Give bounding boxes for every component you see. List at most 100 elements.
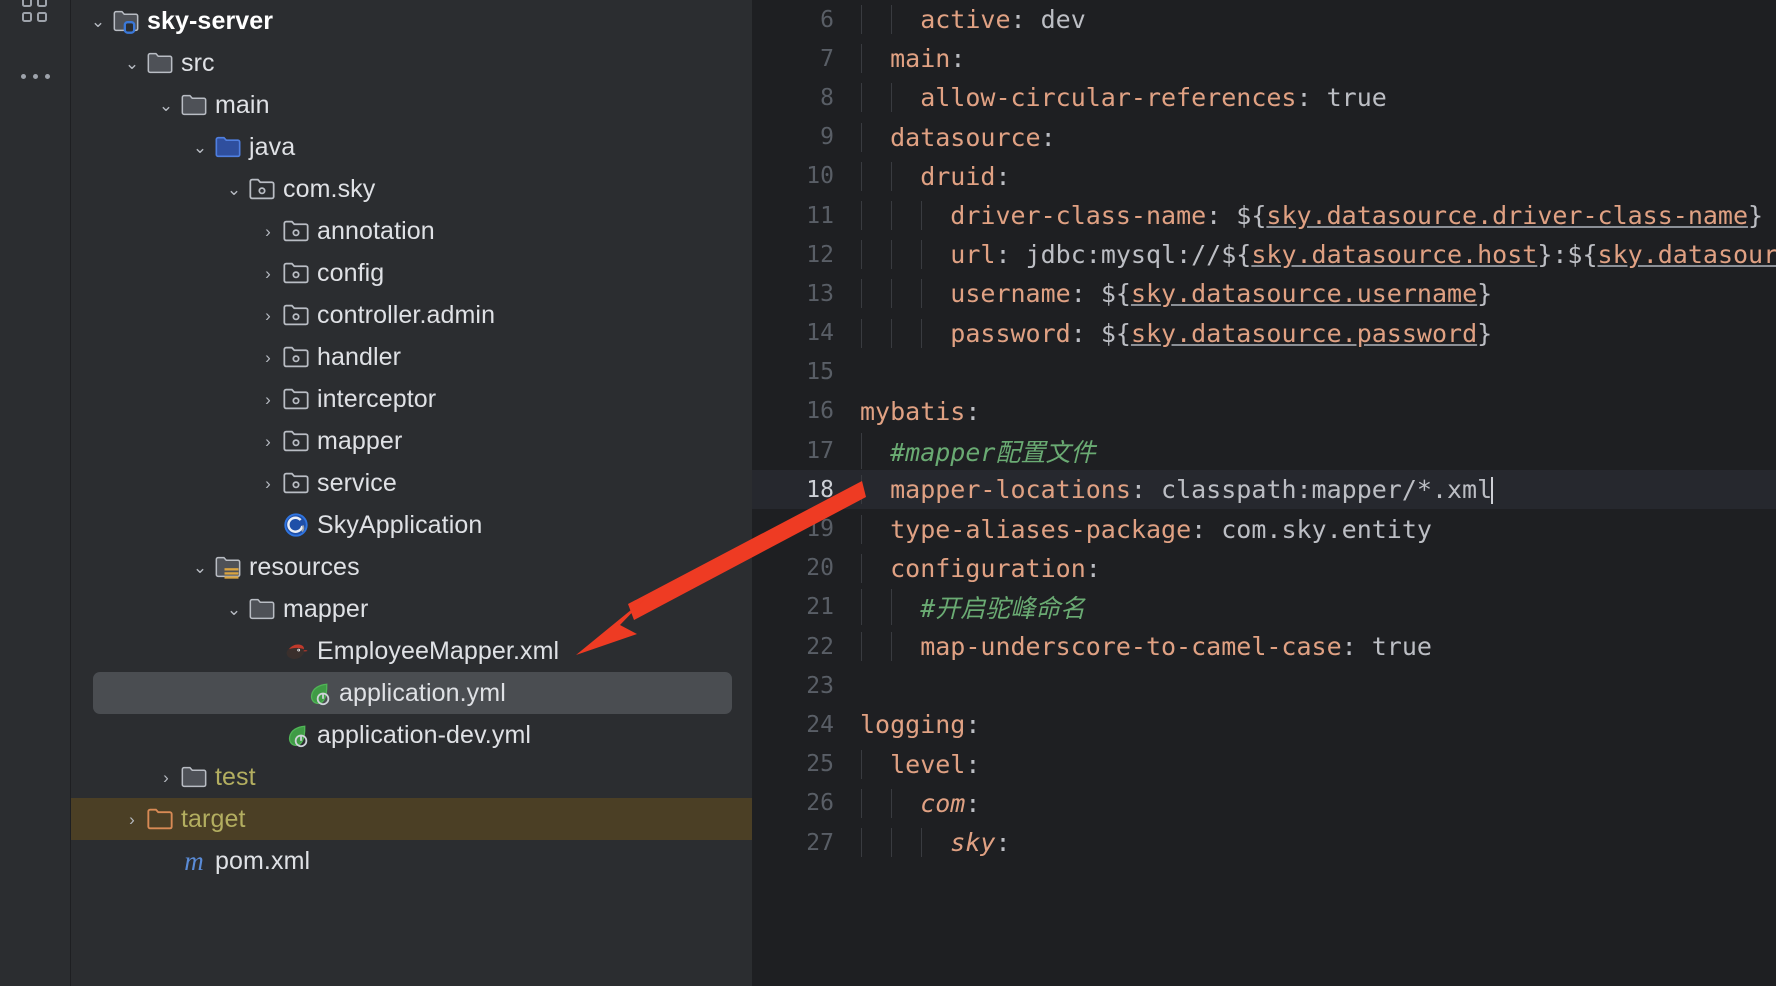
code-line[interactable]: 11 driver-class-name: ${sky.datasource.dr… — [752, 196, 1776, 235]
code-token: : — [1010, 5, 1041, 35]
chevron-right-icon[interactable]: › — [119, 811, 145, 828]
code-line-text[interactable]: username: ${sky.datasource.username} — [856, 279, 1492, 309]
code-line[interactable]: 6 active: dev — [752, 0, 1776, 39]
code-line[interactable]: 18 mapper-locations: classpath:mapper/*.x… — [752, 470, 1776, 510]
code-line[interactable]: 27 sky: — [752, 823, 1776, 862]
code-line[interactable]: 19 type-aliases-package: com.sky.entity — [752, 509, 1776, 548]
apps-grid-glyph — [22, 0, 48, 25]
code-line[interactable]: 8 allow-circular-references: true — [752, 78, 1776, 117]
tree-item-controller-admin[interactable]: › controller.admin — [71, 294, 752, 336]
tree-item-label: mapper — [317, 426, 403, 455]
code-line[interactable]: 12 url: jdbc:mysql://${sky.datasource.hos… — [752, 235, 1776, 274]
code-line[interactable]: 26 com: — [752, 784, 1776, 823]
tree-item-service[interactable]: › service — [71, 462, 752, 504]
code-line[interactable]: 23 — [752, 666, 1776, 705]
chevron-right-icon[interactable]: › — [255, 349, 281, 366]
tree-item-java[interactable]: ⌄ java — [71, 126, 752, 168]
code-line-text[interactable]: mapper-locations: classpath:mapper/*.xml — [856, 475, 1494, 505]
editor-code-area[interactable]: 6 active: dev 7 main: 8 allow-circular-refere… — [752, 0, 1776, 986]
code-line-text[interactable]: datasource: — [856, 122, 1056, 152]
tree-item-config[interactable]: › config — [71, 252, 752, 294]
code-line-text[interactable] — [856, 358, 860, 387]
code-line-text[interactable]: driver-class-name: ${sky.datasource.driv… — [856, 201, 1763, 231]
code-line[interactable]: 25 level: — [752, 745, 1776, 784]
code-line-text[interactable] — [856, 671, 860, 700]
chevron-right-icon[interactable]: › — [153, 769, 179, 786]
tree-item-application-yml[interactable]: application.yml — [93, 672, 732, 714]
code-line[interactable]: 13 username: ${sky.datasource.username} — [752, 274, 1776, 313]
tree-item-main[interactable]: ⌄ main — [71, 84, 752, 126]
tree-item-label: application.yml — [339, 678, 506, 707]
chevron-right-icon[interactable]: › — [255, 391, 281, 408]
code-line[interactable]: 20 configuration: — [752, 549, 1776, 588]
code-line-text[interactable]: level: — [856, 749, 980, 779]
code-line-text[interactable]: map-underscore-to-camel-case: true — [856, 632, 1432, 662]
chevron-down-icon[interactable]: ⌄ — [221, 601, 247, 618]
line-number: 13 — [806, 280, 834, 307]
code-editor[interactable]: 6 active: dev 7 main: 8 allow-circular-refere… — [752, 0, 1776, 986]
package-icon — [281, 427, 311, 455]
tree-item-annotation[interactable]: › annotation — [71, 210, 752, 252]
chevron-down-icon[interactable]: ⌄ — [187, 139, 213, 156]
package-icon — [281, 217, 311, 245]
code-line[interactable]: 14 password: ${sky.datasource.password} — [752, 314, 1776, 353]
code-line[interactable]: 24 logging: — [752, 705, 1776, 744]
code-line-text[interactable]: sky: — [856, 828, 1011, 858]
line-number: 15 — [806, 359, 834, 386]
code-line-text[interactable]: type-aliases-package: com.sky.entity — [856, 514, 1432, 544]
tree-item-resources[interactable]: ⌄ resources — [71, 546, 752, 588]
tree-item-employeemapper-xml[interactable]: EmployeeMapper.xml — [71, 630, 752, 672]
tree-item-skyapplication[interactable]: SkyApplication — [71, 504, 752, 546]
mybatis-xml-icon — [281, 637, 311, 665]
more-options-icon[interactable] — [0, 56, 70, 96]
code-token: datasource — [890, 122, 1041, 152]
chevron-right-icon[interactable]: › — [255, 223, 281, 240]
line-number: 16 — [806, 398, 834, 425]
tree-item-src[interactable]: ⌄ src — [71, 42, 752, 84]
code-token: : — [1040, 122, 1056, 152]
tree-item-interceptor[interactable]: › interceptor — [71, 378, 752, 420]
tree-item-test[interactable]: › test — [71, 756, 752, 798]
code-line[interactable]: 9 datasource: — [752, 118, 1776, 157]
chevron-down-icon[interactable]: ⌄ — [187, 559, 213, 576]
tree-item-application-dev-yml[interactable]: application-dev.yml — [71, 714, 752, 756]
tree-item-com-sky[interactable]: ⌄ com.sky — [71, 168, 752, 210]
tree-item-target[interactable]: › target — [71, 798, 752, 840]
tree-item-mapper[interactable]: ⌄ mapper — [71, 588, 752, 630]
code-line-text[interactable]: #mapper配置文件 — [856, 432, 1095, 469]
tree-item-handler[interactable]: › handler — [71, 336, 752, 378]
tree-item-pom-xml[interactable]: m pom.xml — [71, 840, 752, 882]
code-line-text[interactable]: logging: — [856, 710, 980, 739]
code-line[interactable]: 21 #开启驼峰命名 — [752, 588, 1776, 627]
tree-item-mapper[interactable]: › mapper — [71, 420, 752, 462]
code-line[interactable]: 22 map-underscore-to-camel-case: true — [752, 627, 1776, 666]
tree-item-sky-server[interactable]: ⌄ sky-server — [71, 0, 752, 42]
code-line[interactable]: 17 #mapper配置文件 — [752, 431, 1776, 470]
code-token: ${ — [1236, 201, 1267, 231]
code-token: com — [920, 788, 966, 818]
code-line-text[interactable]: druid: — [856, 161, 1011, 191]
code-line-text[interactable]: password: ${sky.datasource.password} — [856, 318, 1492, 348]
chevron-right-icon[interactable]: › — [255, 307, 281, 324]
chevron-right-icon[interactable]: › — [255, 433, 281, 450]
apps-grid-icon[interactable] — [0, 0, 70, 34]
code-line[interactable]: 7 main: — [752, 39, 1776, 78]
code-line[interactable]: 10 druid: — [752, 157, 1776, 196]
chevron-down-icon[interactable]: ⌄ — [221, 181, 247, 198]
chevron-down-icon[interactable]: ⌄ — [85, 13, 111, 30]
project-tree-panel[interactable]: ⌄ sky-server ⌄ src ⌄ main ⌄ java ⌄ com.sky › annota… — [70, 0, 752, 986]
code-line-text[interactable]: #开启驼峰命名 — [856, 589, 1085, 626]
chevron-right-icon[interactable]: › — [255, 475, 281, 492]
chevron-right-icon[interactable]: › — [255, 265, 281, 282]
chevron-down-icon[interactable]: ⌄ — [119, 55, 145, 72]
code-line-text[interactable]: mybatis: — [856, 397, 980, 426]
code-line-text[interactable]: url: jdbc:mysql://${sky.datasource.host}… — [856, 240, 1776, 270]
code-line[interactable]: 16 mybatis: — [752, 392, 1776, 431]
code-line[interactable]: 15 — [752, 353, 1776, 392]
code-line-text[interactable]: configuration: — [856, 553, 1101, 583]
chevron-down-icon[interactable]: ⌄ — [153, 97, 179, 114]
code-line-text[interactable]: allow-circular-references: true — [856, 83, 1387, 113]
code-line-text[interactable]: main: — [856, 44, 965, 74]
code-line-text[interactable]: active: dev — [856, 5, 1086, 35]
code-line-text[interactable]: com: — [856, 788, 980, 818]
